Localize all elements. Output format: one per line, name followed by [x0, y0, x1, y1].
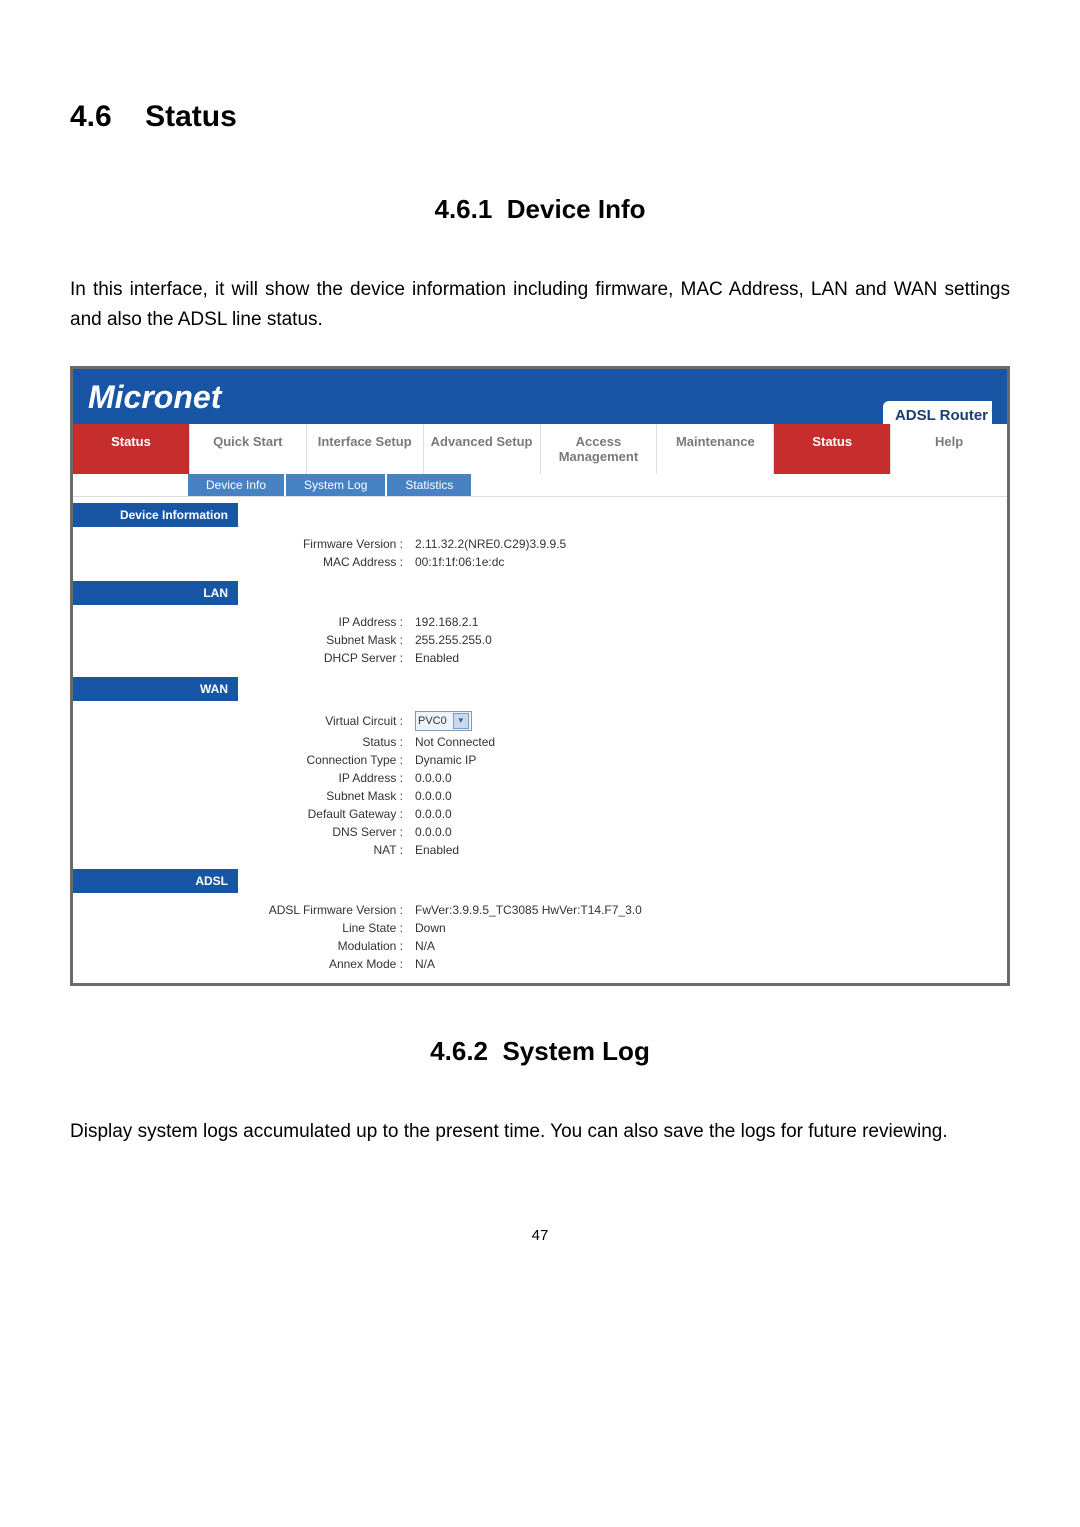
- table-row: Subnet Mask : 255.255.255.0: [73, 631, 1007, 649]
- subsection-heading-1: 4.6.1 Device Info: [70, 194, 1010, 225]
- table-row: Status : Not Connected: [73, 733, 1007, 751]
- label-default-gateway: Default Gateway :: [73, 807, 409, 821]
- label-connection-type: Connection Type :: [73, 753, 409, 767]
- brand-logo: Micronet: [88, 379, 221, 424]
- label-dns-server: DNS Server :: [73, 825, 409, 839]
- label-wan-subnet: Subnet Mask :: [73, 789, 409, 803]
- label-wan-ip: IP Address :: [73, 771, 409, 785]
- tab-maintenance[interactable]: Maintenance: [656, 424, 773, 474]
- sub-tabs: Device Info System Log Statistics: [73, 474, 1007, 496]
- subsection-heading-2: 4.6.2 System Log: [70, 1036, 1010, 1067]
- value-mac-address: 00:1f:1f:06:1e:dc: [409, 555, 504, 569]
- table-row: DHCP Server : Enabled: [73, 649, 1007, 667]
- value-nat: Enabled: [409, 843, 459, 857]
- table-row: Modulation : N/A: [73, 937, 1007, 955]
- table-row: IP Address : 192.168.2.1: [73, 613, 1007, 631]
- tab-help[interactable]: Help: [890, 424, 1007, 474]
- value-modulation: N/A: [409, 939, 435, 953]
- main-tabs: Status Quick Start Interface Setup Advan…: [73, 424, 1007, 474]
- tab-interface-setup[interactable]: Interface Setup: [306, 424, 423, 474]
- label-nat: NAT :: [73, 843, 409, 857]
- value-wan-subnet: 0.0.0.0: [409, 789, 452, 803]
- value-default-gateway: 0.0.0.0: [409, 807, 452, 821]
- section-header-adsl: ADSL: [73, 869, 238, 893]
- table-row: Default Gateway : 0.0.0.0: [73, 805, 1007, 823]
- table-row: DNS Server : 0.0.0.0: [73, 823, 1007, 841]
- label-lan-subnet: Subnet Mask :: [73, 633, 409, 647]
- table-row: ADSL Firmware Version : FwVer:3.9.9.5_TC…: [73, 901, 1007, 919]
- tab-access-management[interactable]: Access Management: [540, 424, 657, 474]
- value-line-state: Down: [409, 921, 446, 935]
- router-screenshot: Micronet ADSL Router Status Quick Start …: [70, 366, 1010, 986]
- label-firmware-version: Firmware Version :: [73, 537, 409, 551]
- subsection-title-2: System Log: [502, 1036, 649, 1066]
- subsection-number-1: 4.6.1: [435, 194, 493, 224]
- label-wan-status: Status :: [73, 735, 409, 749]
- label-line-state: Line State :: [73, 921, 409, 935]
- label-annex-mode: Annex Mode :: [73, 957, 409, 971]
- value-dns-server: 0.0.0.0: [409, 825, 452, 839]
- table-row: Connection Type : Dynamic IP: [73, 751, 1007, 769]
- section-header-lan: LAN: [73, 581, 238, 605]
- section-heading: 4.6 Status: [70, 100, 1010, 134]
- table-row: Firmware Version : 2.11.32.2(NRE0.C29)3.…: [73, 535, 1007, 553]
- value-adsl-firmware: FwVer:3.9.9.5_TC3085 HwVer:T14.F7_3.0: [409, 903, 642, 917]
- brand-bar: Micronet ADSL Router: [73, 369, 1007, 424]
- tab-status[interactable]: Status: [73, 424, 189, 474]
- section-body-lan: IP Address : 192.168.2.1 Subnet Mask : 2…: [73, 605, 1007, 677]
- section-body-device-info: Firmware Version : 2.11.32.2(NRE0.C29)3.…: [73, 527, 1007, 581]
- table-row: MAC Address : 00:1f:1f:06:1e:dc: [73, 553, 1007, 571]
- value-dhcp-server: Enabled: [409, 651, 459, 665]
- intro-paragraph-1: In this interface, it will show the devi…: [70, 275, 1010, 336]
- value-annex-mode: N/A: [409, 957, 435, 971]
- section-body-adsl: ADSL Firmware Version : FwVer:3.9.9.5_TC…: [73, 893, 1007, 983]
- section-header-wan: WAN: [73, 677, 238, 701]
- tab-status-2[interactable]: Status: [773, 424, 890, 474]
- tab-quick-start[interactable]: Quick Start: [189, 424, 306, 474]
- subsection-number-2: 4.6.2: [430, 1036, 488, 1066]
- subtab-system-log[interactable]: System Log: [286, 474, 385, 496]
- value-lan-ip: 192.168.2.1: [409, 615, 478, 629]
- value-connection-type: Dynamic IP: [409, 753, 476, 767]
- label-lan-ip: IP Address :: [73, 615, 409, 629]
- pvc-selected-value: PVC0: [418, 715, 447, 727]
- label-dhcp-server: DHCP Server :: [73, 651, 409, 665]
- intro-paragraph-2: Display system logs accumulated up to th…: [70, 1117, 1010, 1147]
- virtual-circuit-select[interactable]: PVC0 ▾: [415, 711, 472, 731]
- chevron-down-icon: ▾: [453, 713, 469, 729]
- subtab-statistics[interactable]: Statistics: [387, 474, 471, 496]
- label-adsl-firmware: ADSL Firmware Version :: [73, 903, 409, 917]
- label-mac-address: MAC Address :: [73, 555, 409, 569]
- table-row: Virtual Circuit : PVC0 ▾: [73, 709, 1007, 733]
- page-number: 47: [70, 1227, 1010, 1244]
- section-number: 4.6: [70, 100, 112, 133]
- value-wan-status: Not Connected: [409, 735, 495, 749]
- section-header-device-info: Device Information: [73, 503, 238, 527]
- section-title-text: Status: [145, 100, 237, 133]
- table-row: Line State : Down: [73, 919, 1007, 937]
- tab-advanced-setup[interactable]: Advanced Setup: [423, 424, 540, 474]
- brand-product-label: ADSL Router: [883, 401, 992, 424]
- value-virtual-circuit: PVC0 ▾: [409, 711, 472, 731]
- label-modulation: Modulation :: [73, 939, 409, 953]
- value-lan-subnet: 255.255.255.0: [409, 633, 492, 647]
- table-row: Subnet Mask : 0.0.0.0: [73, 787, 1007, 805]
- table-row: NAT : Enabled: [73, 841, 1007, 859]
- table-row: IP Address : 0.0.0.0: [73, 769, 1007, 787]
- value-firmware-version: 2.11.32.2(NRE0.C29)3.9.9.5: [409, 537, 566, 551]
- subsection-title-1: Device Info: [507, 194, 646, 224]
- table-row: Annex Mode : N/A: [73, 955, 1007, 973]
- section-body-wan: Virtual Circuit : PVC0 ▾ Status : Not Co…: [73, 701, 1007, 869]
- value-wan-ip: 0.0.0.0: [409, 771, 452, 785]
- label-virtual-circuit: Virtual Circuit :: [73, 714, 409, 728]
- subtab-device-info[interactable]: Device Info: [188, 474, 284, 496]
